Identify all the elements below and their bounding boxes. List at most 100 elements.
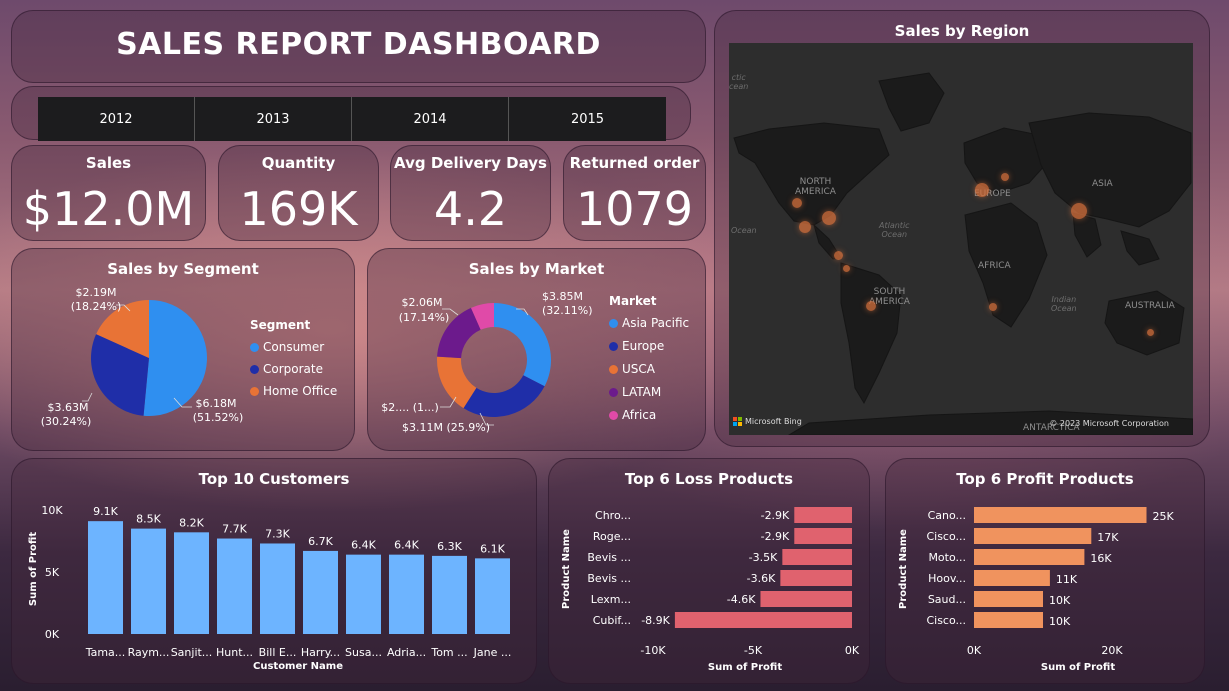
- segment-label-consumer: $6.18M: [196, 397, 237, 410]
- customer-bar[interactable]: [389, 554, 424, 634]
- profit-bar[interactable]: [974, 549, 1085, 565]
- year-button-2012[interactable]: 2012: [38, 97, 195, 141]
- market-pct-asia-pacific: (32.11%): [542, 304, 593, 317]
- customer-bar-label: 9.1K: [93, 505, 118, 518]
- region-title: Sales by Region: [894, 22, 1030, 40]
- map-dot[interactable]: [975, 183, 989, 197]
- market-card: Sales by Market $3.85M (32.11%) $2.06M (…: [367, 248, 706, 451]
- customer-bar[interactable]: [217, 538, 252, 634]
- map-label-pacific: Ocean: [731, 226, 757, 235]
- profit-category-label: Cisco...: [926, 530, 966, 543]
- map-dot[interactable]: [799, 221, 811, 233]
- map-dot[interactable]: [1001, 173, 1009, 181]
- customer-category-label: Adria...: [387, 646, 426, 659]
- loss-bar[interactable]: [674, 612, 852, 628]
- map-dot[interactable]: [1147, 329, 1154, 336]
- map-dot[interactable]: [792, 198, 802, 208]
- customers-ytick-10k: 10K: [41, 504, 63, 517]
- market-slice-europe[interactable]: [463, 375, 545, 417]
- loss-ylabel: Product Name: [561, 529, 572, 609]
- loss-category-label: Bevis ...: [587, 572, 631, 585]
- year-button-2014[interactable]: 2014: [352, 97, 509, 141]
- loss-bar[interactable]: [782, 549, 852, 565]
- customer-bar[interactable]: [260, 543, 295, 634]
- legend-item-latam[interactable]: LATAM: [609, 385, 689, 399]
- loss-bar[interactable]: [760, 591, 852, 607]
- map-dot[interactable]: [1071, 203, 1087, 219]
- customer-bar-label: 6.4K: [394, 539, 419, 552]
- kpi-quantity: Quantity 169K: [218, 145, 379, 241]
- profit-bar[interactable]: [974, 591, 1043, 607]
- customers-bar-chart: Sum of Profit 10K 5K 0K Customer Name 9.…: [28, 504, 512, 672]
- profit-card: Top 6 Profit Products Product Name 0K 20…: [885, 458, 1205, 684]
- profit-xlabel: Sum of Profit: [1041, 662, 1115, 673]
- map-label-indian: Indian Ocean: [1051, 295, 1077, 313]
- customer-category-label: Hunt...: [216, 646, 253, 659]
- customer-bar-label: 8.2K: [179, 516, 204, 529]
- profit-xtick-20k: 20K: [1101, 644, 1123, 657]
- customer-bar[interactable]: [88, 521, 123, 634]
- customer-bar[interactable]: [174, 532, 209, 634]
- customer-bar[interactable]: [475, 558, 510, 634]
- legend-item-africa[interactable]: Africa: [609, 408, 689, 422]
- loss-bar[interactable]: [794, 528, 852, 544]
- map-dot[interactable]: [989, 303, 997, 311]
- customers-ytick-5k: 5K: [45, 566, 60, 579]
- customer-bar[interactable]: [131, 528, 166, 634]
- year-button-2015[interactable]: 2015: [509, 97, 666, 141]
- customer-bar[interactable]: [432, 555, 467, 634]
- map-label-atlantic: Atlantic Ocean: [879, 221, 910, 239]
- customer-bar[interactable]: [303, 550, 338, 634]
- profit-xtick-0k: 0K: [967, 644, 982, 657]
- map-copyright: © 2023 Microsoft Corporation: [1049, 419, 1169, 428]
- customers-ytick-0k: 0K: [45, 628, 60, 641]
- profit-bar[interactable]: [974, 507, 1147, 523]
- kpi-sales: Sales $12.0M: [11, 145, 206, 241]
- legend-item-asia-pacific[interactable]: Asia Pacific: [609, 316, 689, 330]
- segment-label-home-office: $2.19M: [76, 286, 117, 299]
- kpi-sales-label: Sales: [85, 154, 132, 172]
- page-title: SALES REPORT DASHBOARD: [116, 27, 601, 62]
- map-dot[interactable]: [822, 211, 836, 225]
- legend-item-corporate[interactable]: Corporate: [250, 362, 337, 376]
- segment-pct-home-office: (18.24%): [71, 300, 122, 313]
- kpi-quantity-label: Quantity: [261, 154, 336, 172]
- legend-item-europe[interactable]: Europe: [609, 339, 689, 353]
- customers-card: Top 10 Customers Sum of Profit 10K 5K 0K…: [11, 458, 537, 684]
- map-dot[interactable]: [866, 301, 876, 311]
- map-label-arctic: ctic cean: [729, 73, 749, 91]
- kpi-returned: Returned order 1079: [563, 145, 706, 241]
- market-pct-latam: (17.14%): [399, 311, 450, 324]
- map-dot[interactable]: [834, 251, 843, 260]
- segment-legend: Segment Consumer Corporate Home Office: [250, 318, 337, 406]
- map-label-north-america: NORTH AMERICA: [795, 177, 836, 197]
- customer-category-label: Bill E...: [259, 646, 297, 659]
- profit-bar-chart: Product Name 0K 20K Sum of Profit 25K Can…: [898, 507, 1174, 673]
- year-button-2013[interactable]: 2013: [195, 97, 352, 141]
- profit-bar[interactable]: [974, 570, 1050, 586]
- profit-bar[interactable]: [974, 612, 1043, 628]
- legend-item-home-office[interactable]: Home Office: [250, 384, 337, 398]
- region-map[interactable]: NORTH AMERICA EUROPE ASIA AFRICA SOUTH AME…: [729, 43, 1193, 435]
- kpi-delivery-value: 4.2: [433, 182, 508, 236]
- year-slicer: 2012 2013 2014 2015: [11, 86, 691, 141]
- loss-category-label: Chro...: [595, 509, 631, 522]
- customer-bar-label: 6.1K: [480, 542, 505, 555]
- loss-bar-label: -8.9K: [641, 614, 670, 627]
- microsoft-logo-icon: [733, 417, 742, 426]
- map-dot[interactable]: [843, 265, 850, 272]
- customer-bar[interactable]: [346, 554, 381, 634]
- legend-item-consumer[interactable]: Consumer: [250, 340, 337, 354]
- customer-category-label: Jane ...: [473, 646, 512, 659]
- loss-bar[interactable]: [780, 570, 852, 586]
- profit-bar[interactable]: [974, 528, 1092, 544]
- loss-bar-label: -3.5K: [749, 551, 778, 564]
- loss-bar[interactable]: [794, 507, 852, 523]
- loss-bar-label: -3.6K: [747, 572, 776, 585]
- loss-xlabel: Sum of Profit: [708, 662, 782, 673]
- customer-category-label: Raym...: [128, 646, 170, 659]
- legend-item-usca[interactable]: USCA: [609, 362, 689, 376]
- customer-category-label: Susa...: [345, 646, 382, 659]
- loss-category-label: Bevis ...: [587, 551, 631, 564]
- customer-category-label: Sanjit...: [171, 646, 213, 659]
